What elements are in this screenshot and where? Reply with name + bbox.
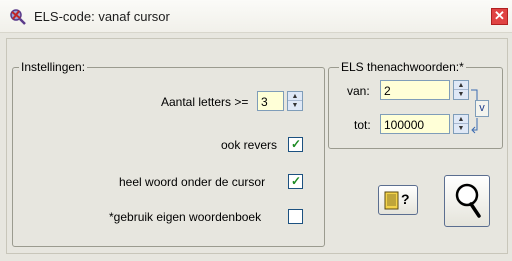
close-icon: ✕ [494,8,505,23]
els-group: ELS thenachwoorden:* van: ▲ ▼ tot: ▲ ▼ v [328,60,503,149]
spinner-up-icon[interactable]: ▲ [454,115,468,124]
settings-legend: Instellingen: [19,60,88,74]
settings-group: Instellingen: Aantal letters >= ▲ ▼ ook … [12,60,325,247]
search-button[interactable] [444,175,490,227]
help-button[interactable]: ? [378,185,418,215]
reverse-label: ook revers [221,138,278,152]
whole-word-label: heel woord onder de cursor [119,175,266,189]
from-spinner[interactable]: ▲ ▼ [453,80,469,100]
spinner-down-icon[interactable]: ▼ [288,101,302,110]
to-spinner[interactable]: ▲ ▼ [453,114,469,134]
magnifier-icon [455,183,481,218]
from-label: van: [347,84,370,98]
spinner-up-icon[interactable]: ▲ [454,81,468,90]
check-icon: ✓ [291,137,302,151]
own-dictionary-label: *gebruik eigen woordenboek [109,210,262,224]
to-input[interactable] [380,114,450,134]
spinner-down-icon[interactable]: ▼ [454,124,468,133]
link-toggle-label: v [479,102,485,114]
window-title: ELS-code: vanaf cursor [34,9,170,24]
close-button[interactable]: ✕ [491,8,508,25]
check-icon: ✓ [291,174,302,188]
own-dictionary-checkbox[interactable] [288,209,303,224]
app-icon [10,9,26,25]
min-letters-input[interactable] [257,91,284,111]
spinner-up-icon[interactable]: ▲ [288,92,302,101]
from-input[interactable] [380,80,450,100]
reverse-checkbox[interactable]: ✓ [288,137,303,152]
min-letters-spinner[interactable]: ▲ ▼ [287,91,303,111]
whole-word-checkbox[interactable]: ✓ [288,174,303,189]
help-label: ? [401,191,410,207]
spinner-down-icon[interactable]: ▼ [454,90,468,99]
els-legend: ELS thenachwoorden:* [339,60,466,74]
book-icon [384,191,399,210]
to-label: tot: [354,118,371,132]
link-toggle-button[interactable]: v [475,100,489,117]
title-bar: ELS-code: vanaf cursor ✕ [0,0,512,33]
min-letters-label: Aantal letters >= [161,95,249,109]
